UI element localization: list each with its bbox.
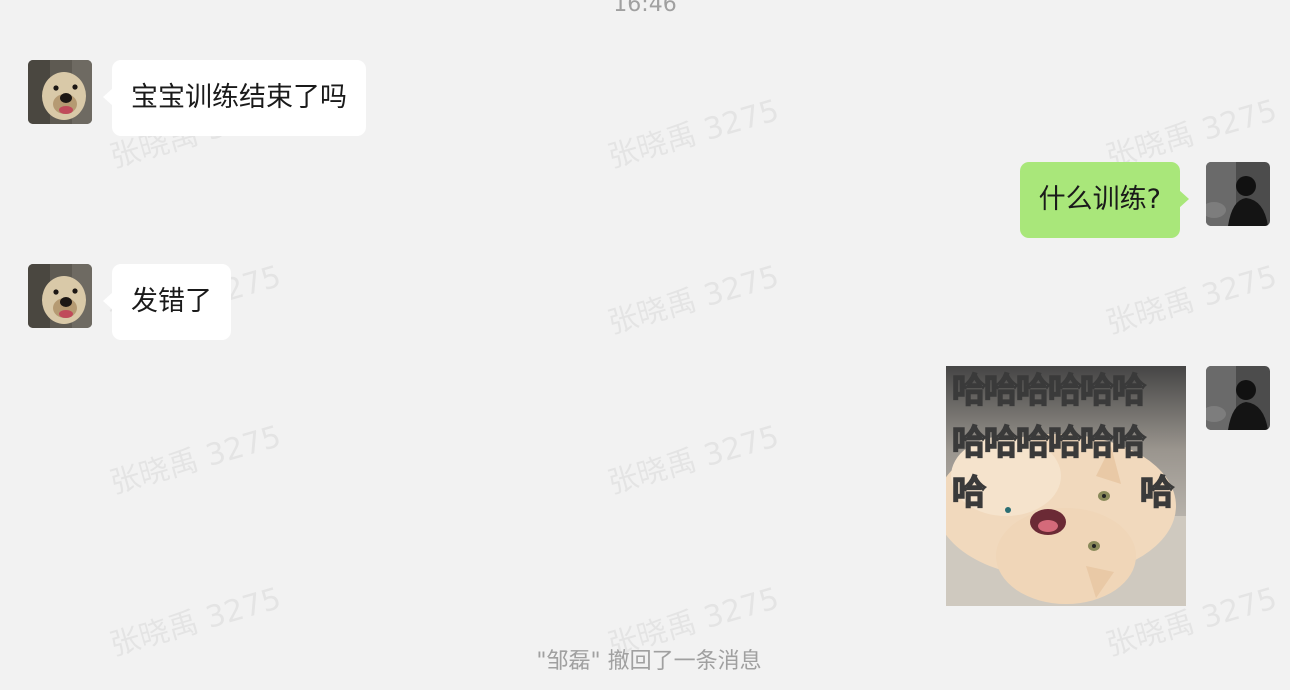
self-avatar[interactable] xyxy=(1206,162,1270,226)
sticker-caption-line2: 哈哈哈哈哈哈 xyxy=(951,423,1147,463)
message-timestamp: 16:46 xyxy=(613,0,677,17)
incoming-message-bubble[interactable]: 发错了 xyxy=(103,264,231,340)
watermark: 张晓禹 3275 xyxy=(604,259,783,342)
dog-avatar-icon xyxy=(28,264,92,328)
incoming-message-bubble[interactable]: 宝宝训练结束了吗 xyxy=(103,60,366,136)
dog-avatar-icon xyxy=(28,60,92,124)
contact-avatar[interactable] xyxy=(28,60,92,124)
silhouette-avatar-icon xyxy=(1206,366,1270,430)
watermark: 张晓禹 3275 xyxy=(106,419,285,502)
self-avatar[interactable] xyxy=(1206,366,1270,430)
sticker-caption-line1: 哈哈哈哈哈哈 xyxy=(951,371,1147,411)
recall-notice: "邹磊" 撤回了一条消息 xyxy=(536,649,762,674)
contact-avatar[interactable] xyxy=(28,264,92,328)
sticker-caption-line3-left: 哈 xyxy=(951,473,987,513)
watermark: 张晓禹 3275 xyxy=(604,419,783,502)
outgoing-message-bubble[interactable]: 什么训练? xyxy=(1019,162,1190,238)
silhouette-avatar-icon xyxy=(1206,162,1270,226)
sticker-message[interactable]: 哈哈哈哈哈哈 哈哈哈哈哈哈 哈 哈 xyxy=(946,366,1186,606)
sticker-caption-line3-right: 哈 xyxy=(1139,473,1175,513)
watermark: 张晓禹 3275 xyxy=(1102,259,1281,342)
watermark: 张晓禹 3275 xyxy=(604,93,783,176)
